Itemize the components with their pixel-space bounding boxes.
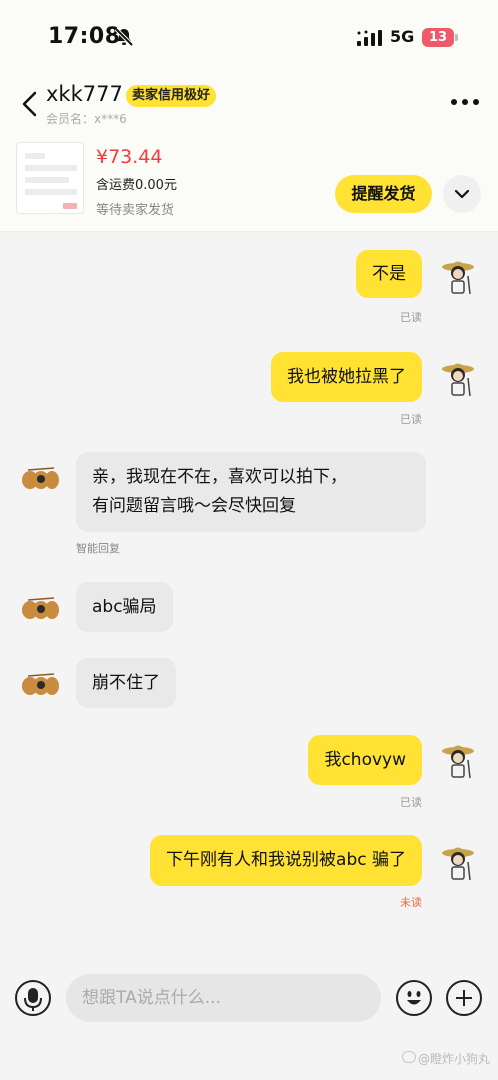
message-bubble-outgoing[interactable]: 不是 (356, 250, 422, 298)
remind-shipping-button[interactable]: 提醒发货 (335, 175, 432, 213)
user-avatar[interactable] (438, 358, 478, 398)
order-price: ¥73.44 (96, 146, 163, 168)
user-avatar[interactable] (438, 740, 478, 780)
seller-avatar[interactable] (20, 664, 60, 704)
smiley-icon (407, 991, 421, 1005)
more-options-icon[interactable] (450, 98, 480, 106)
message-list[interactable]: 不是 已读 我也被她拉黑了 已读 亲，我现在不在，喜欢可以拍下， 有问题留言哦～… (0, 232, 498, 965)
add-attachment-button[interactable] (446, 980, 482, 1016)
auto-reply-label: 智能回复 (76, 542, 120, 555)
read-receipt: 已读 (400, 311, 422, 324)
chevron-down-icon (454, 189, 470, 199)
status-bar: 17:08 5G 13 (0, 0, 498, 72)
message-bubble-outgoing[interactable]: 我也被她拉黑了 (271, 352, 422, 402)
chat-header: xkk777 卖家信用极好 会员名：x***6 ¥73.44 含运费0.00元 … (0, 72, 498, 232)
member-id: 会员名：x***6 (46, 112, 127, 126)
read-receipt: 已读 (400, 413, 422, 426)
message-bubble-incoming[interactable]: abc骗局 (76, 582, 173, 632)
input-bar: @瞪炸小狗丸 (0, 965, 498, 1080)
user-avatar[interactable] (438, 842, 478, 882)
watermark: @瞪炸小狗丸 (418, 1052, 491, 1066)
weibo-logo-icon (402, 1051, 416, 1063)
signal-icon (357, 30, 382, 46)
message-bubble-incoming[interactable]: 亲，我现在不在，喜欢可以拍下， 有问题留言哦～会尽快回复 (76, 452, 426, 532)
order-shipping: 含运费0.00元 (96, 178, 177, 193)
voice-input-button[interactable] (15, 980, 51, 1016)
order-thumbnail[interactable] (16, 142, 84, 214)
message-bubble-outgoing[interactable]: 下午刚有人和我说别被abc 骗了 (150, 835, 422, 886)
emoji-button[interactable] (396, 980, 432, 1016)
message-input[interactable] (66, 974, 381, 1022)
user-avatar[interactable] (438, 256, 478, 296)
status-time: 17:08 (48, 24, 121, 49)
battery-indicator: 13 (422, 28, 458, 47)
read-receipt: 已读 (400, 796, 422, 809)
unread-receipt: 未读 (400, 896, 422, 909)
back-arrow-icon[interactable] (20, 90, 40, 118)
expand-order-button[interactable] (443, 175, 481, 213)
seller-avatar[interactable] (20, 588, 60, 628)
credit-badge[interactable]: 卖家信用极好 (126, 85, 217, 107)
seller-name[interactable]: xkk777 (46, 82, 123, 106)
network-type: 5G (390, 27, 415, 46)
bell-muted-icon (114, 27, 134, 47)
message-bubble-outgoing[interactable]: 我chovyw (308, 735, 422, 785)
seller-avatar[interactable] (20, 458, 60, 498)
microphone-icon (24, 988, 42, 1011)
message-bubble-incoming[interactable]: 崩不住了 (76, 658, 176, 708)
order-status: 等待卖家发货 (96, 203, 175, 218)
